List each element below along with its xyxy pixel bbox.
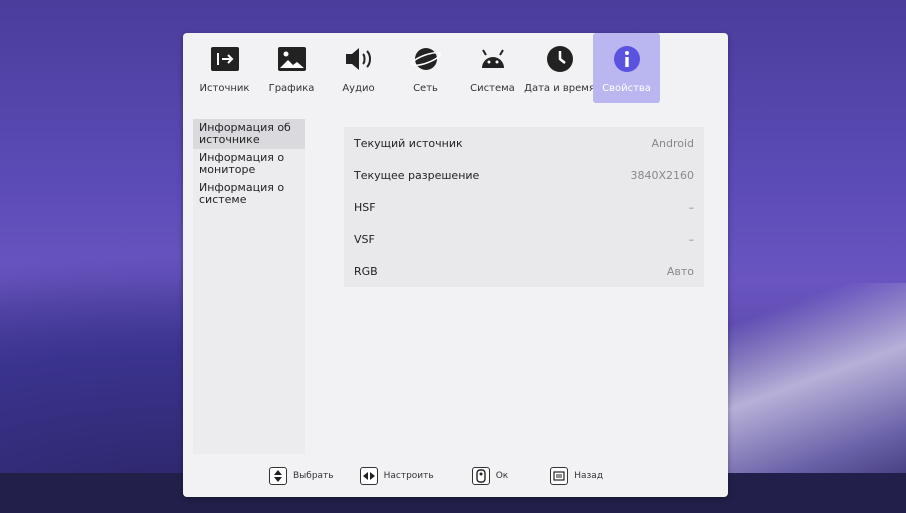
info-icon (611, 43, 643, 75)
tab-label: Графика (268, 83, 315, 94)
row-value: Авто (666, 264, 694, 278)
row-label: VSF (354, 232, 375, 246)
row-label: RGB (354, 264, 378, 278)
tab-source[interactable]: Источник (191, 33, 258, 103)
picture-icon (276, 43, 308, 75)
back-menu-icon (550, 467, 569, 485)
info-row-vsf: VSF – (344, 223, 704, 255)
sidebar: Информация об источнике Информация о мон… (193, 119, 305, 454)
info-row-resolution: Текущее разрешение 3840X2160 (344, 159, 704, 191)
input-source-icon (209, 43, 241, 75)
tab-label: Сеть (413, 83, 438, 94)
tab-network[interactable]: Сеть (392, 33, 459, 103)
tab-label: Свойства (602, 83, 651, 94)
ok-hint[interactable]: Ок (471, 467, 509, 485)
back-label: Назад (574, 471, 604, 481)
tab-picture[interactable]: Графика (258, 33, 325, 103)
row-label: Текущий источник (354, 136, 463, 150)
android-icon (477, 43, 509, 75)
select-label: Выбрать (293, 471, 334, 481)
tab-date-time[interactable]: Дата и время (524, 33, 595, 103)
back-hint[interactable]: Назад (550, 467, 603, 485)
tab-label: Дата и время (524, 83, 595, 94)
sidebar-item-system-info[interactable]: Информация о системе (193, 179, 305, 209)
settings-panel: Источник Графика Аудио Сеть Система Дата… (183, 33, 728, 497)
row-value: 3840X2160 (630, 168, 694, 182)
left-right-icon (359, 467, 378, 485)
speaker-icon (343, 43, 375, 75)
footer-hints: Выбрать Настроить Ок Назад (183, 456, 728, 496)
tab-label: Система (470, 83, 515, 94)
network-globe-icon (410, 43, 442, 75)
info-row-current-source: Текущий источник Android (344, 127, 704, 159)
info-table: Текущий источник Android Текущее разреше… (344, 127, 704, 287)
tab-system[interactable]: Система (459, 33, 526, 103)
adjust-label: Настроить (383, 471, 434, 481)
adjust-hint[interactable]: Настроить (359, 467, 434, 485)
ok-remote-icon (471, 467, 490, 485)
row-value: – (688, 200, 695, 214)
tab-label: Аудио (342, 83, 375, 94)
row-value: – (688, 232, 695, 246)
tab-bar: Источник Графика Аудио Сеть Система Дата… (191, 33, 660, 105)
row-value: Android (651, 136, 694, 150)
sidebar-item-monitor-info[interactable]: Информация о мониторе (193, 149, 305, 179)
sidebar-item-source-info[interactable]: Информация об источнике (193, 119, 305, 149)
row-label: Текущее разрешение (354, 168, 480, 182)
up-down-icon (269, 467, 287, 485)
tab-label: Источник (199, 83, 250, 94)
tab-properties[interactable]: Свойства (593, 33, 660, 103)
info-row-hsf: HSF – (344, 191, 704, 223)
row-label: HSF (354, 200, 376, 214)
select-hint[interactable]: Выбрать (269, 467, 334, 485)
tab-audio[interactable]: Аудио (325, 33, 392, 103)
clock-icon (544, 43, 576, 75)
ok-label: Ок (495, 471, 509, 481)
info-row-rgb: RGB Авто (344, 255, 704, 287)
